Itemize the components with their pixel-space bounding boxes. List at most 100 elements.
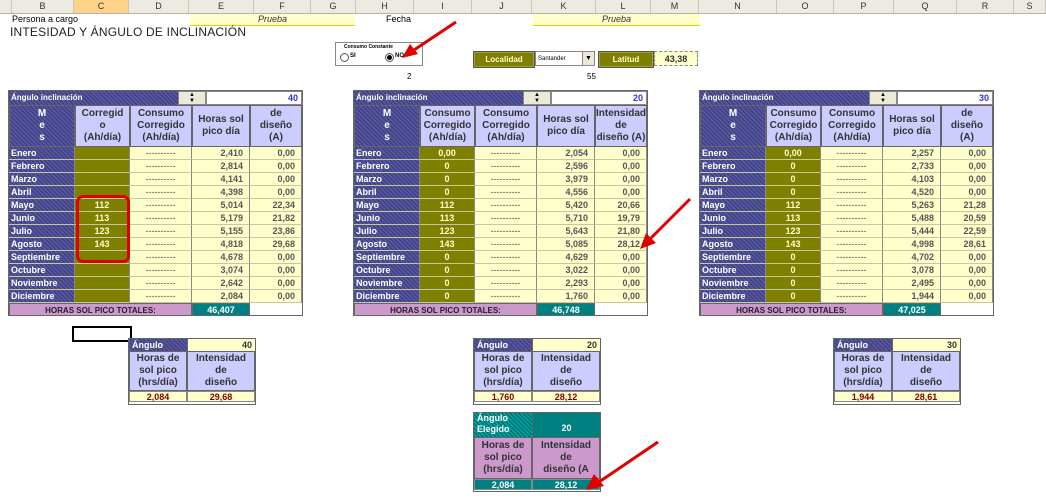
consumo-cell[interactable]: 0 (420, 186, 475, 199)
consumo-cell[interactable]: 112 (766, 199, 821, 212)
totals-row: HORAS SOL PICO TOTALES: 46,748 (354, 303, 647, 316)
fecha-value-cell[interactable]: Prueba (533, 14, 700, 26)
consumo-cell[interactable]: 0 (766, 173, 821, 186)
consumo-cell[interactable]: 0 (766, 160, 821, 173)
latitud-label: Latitud (598, 51, 654, 68)
column-header-cell[interactable]: M (651, 0, 699, 13)
column-heading: Horas sol pico día (883, 105, 941, 147)
consumo-cell[interactable]: 0 (420, 277, 475, 290)
consumo-cell[interactable]: 0 (420, 264, 475, 277)
table-row: Septiembre 0 ---------- 4,629 0,00 (354, 251, 647, 264)
column-header-cell[interactable]: O (777, 0, 834, 13)
radio-si[interactable] (340, 53, 349, 62)
consumo-cell[interactable]: 123 (420, 225, 475, 238)
column-header-cell[interactable]: E (189, 0, 254, 13)
angle-header-label: Ángulo inclinación (354, 91, 537, 105)
column-header-cell[interactable]: H (356, 0, 414, 13)
column-header-cell[interactable]: J (472, 0, 532, 13)
consumo-cell[interactable]: 0 (420, 160, 475, 173)
horas-cell: 2,257 (883, 147, 941, 160)
column-header-cell[interactable]: Q (894, 0, 957, 13)
consumo-cell[interactable]: 0 (766, 277, 821, 290)
table-row: Mayo 112 ---------- 5,263 21,28 (700, 199, 993, 212)
month-label: Enero (700, 147, 766, 160)
consumo-cell[interactable]: 112 (420, 199, 475, 212)
horas-cell: 4,556 (537, 186, 595, 199)
consumo-cell[interactable]: 123 (766, 225, 821, 238)
column-header-cell[interactable]: G (311, 0, 356, 13)
consumo-corregido-cell: ---------- (130, 212, 192, 225)
spin-down-icon[interactable]: ▼ (524, 98, 550, 104)
spin-down-icon[interactable]: ▼ (870, 98, 896, 104)
column-header-cell[interactable]: S (1014, 0, 1046, 13)
consumo-cell[interactable]: 113 (420, 212, 475, 225)
column-header-cell[interactable]: B (12, 0, 74, 13)
angle-spinner[interactable]: ▲ ▼ (523, 91, 551, 105)
consumo-cell[interactable]: 0 (766, 251, 821, 264)
consumo-cell[interactable]: 0 (766, 290, 821, 303)
intensidad-cell: 0,00 (250, 290, 302, 303)
horas-cell: 4,629 (537, 251, 595, 264)
angle-spinner[interactable]: ▲ ▼ (178, 91, 206, 105)
column-header-cell[interactable]: L (596, 0, 651, 13)
radio-dot-icon (387, 55, 392, 60)
consumo-cell[interactable] (75, 277, 130, 290)
angle-value[interactable]: 30 (897, 91, 993, 105)
horas-cell: 4,398 (192, 186, 250, 199)
chevron-down-icon[interactable]: ▼ (582, 52, 594, 65)
consumo-corregido-cell: ---------- (130, 199, 192, 212)
consumo-cell[interactable]: 0 (420, 251, 475, 264)
intensidad-cell: 22,34 (250, 199, 302, 212)
month-label: Julio (9, 225, 75, 238)
consumo-corregido-cell: ---------- (475, 225, 537, 238)
consumo-cell[interactable]: 113 (766, 212, 821, 225)
table-row: Junio 113 ---------- 5,488 20,59 (700, 212, 993, 225)
angle-spinner[interactable]: ▲ ▼ (869, 91, 897, 105)
consumo-cell[interactable]: 0,00 (420, 147, 475, 160)
consumo-cell[interactable] (75, 160, 130, 173)
selected-cell[interactable] (72, 326, 132, 342)
intensidad-cell: 0,00 (250, 147, 302, 160)
column-header-cell (0, 0, 12, 13)
spin-down-icon[interactable]: ▼ (179, 98, 205, 104)
column-header-cell[interactable]: P (834, 0, 894, 13)
consumo-cell[interactable] (75, 147, 130, 160)
column-header-cell[interactable]: I (414, 0, 472, 13)
column-header-cell[interactable]: R (957, 0, 1014, 13)
table-row: Marzo ---------- 4,141 0,00 (9, 173, 302, 186)
consumo-cell[interactable]: 143 (766, 238, 821, 251)
consumo-cell[interactable]: 0 (766, 186, 821, 199)
month-label: Febrero (354, 160, 420, 173)
angle-value[interactable]: 40 (206, 91, 302, 105)
consumo-cell[interactable] (75, 264, 130, 277)
column-header-cell[interactable]: D (129, 0, 189, 13)
column-header-cell[interactable]: K (532, 0, 596, 13)
column-header-cell[interactable]: N (699, 0, 777, 13)
month-label: Febrero (700, 160, 766, 173)
intensidad-cell: 0,00 (941, 290, 993, 303)
column-header-cell[interactable]: F (254, 0, 311, 13)
column-heading: M e s (700, 105, 766, 147)
table-row: Noviembre ---------- 2,642 0,00 (9, 277, 302, 290)
column-header-cell[interactable]: C (74, 0, 129, 13)
latitud-value: 43,38 (654, 51, 698, 66)
localidad-dropdown[interactable]: Santander ▼ (535, 51, 595, 66)
totals-row: HORAS SOL PICO TOTALES: 47,025 (700, 303, 993, 316)
column-heading: M e s (9, 105, 75, 147)
table-row: Octubre 0 ---------- 3,078 0,00 (700, 264, 993, 277)
table-row: Enero ---------- 2,410 0,00 (9, 147, 302, 160)
consumo-cell[interactable]: 0 (766, 264, 821, 277)
consumo-cell[interactable]: 143 (420, 238, 475, 251)
consumo-cell[interactable]: 0,00 (766, 147, 821, 160)
consumo-cell[interactable]: 0 (420, 173, 475, 186)
consumo-cell[interactable] (75, 173, 130, 186)
inclination-table: Ángulo inclinación ▲ ▼ 40 M e s Corregid o (A… (8, 90, 303, 316)
intensidad-cell: 23,86 (250, 225, 302, 238)
radio-no[interactable] (385, 53, 394, 62)
month-label: Septiembre (9, 251, 75, 264)
summary-v1: 1,944 (834, 391, 892, 402)
consumo-cell[interactable] (75, 290, 130, 303)
consumo-cell[interactable]: 0 (420, 290, 475, 303)
summary-col2: Intensidad de diseño (532, 351, 600, 391)
angle-value[interactable]: 20 (551, 91, 647, 105)
